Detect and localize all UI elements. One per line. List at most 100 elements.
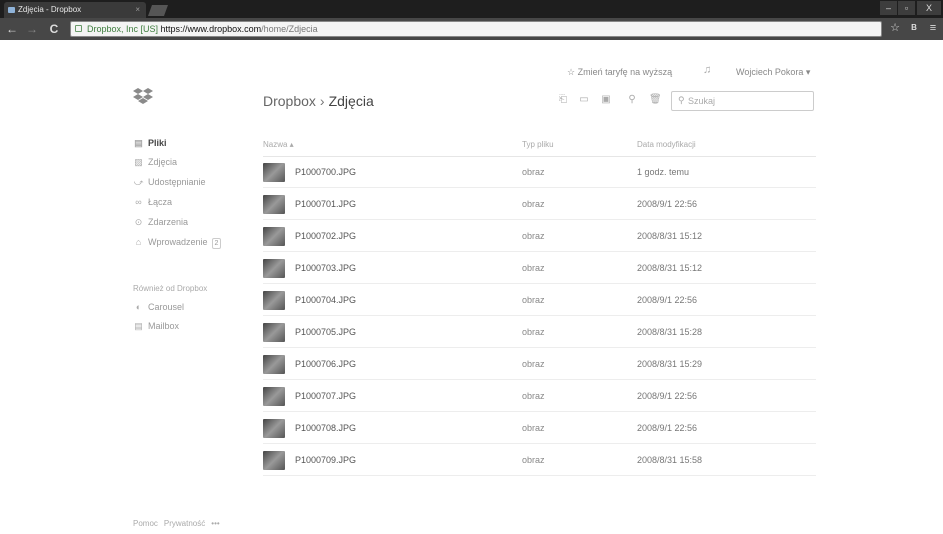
table-row[interactable]: P1000700.JPG obraz 1 godz. temu: [263, 157, 816, 188]
file-name[interactable]: P1000701.JPG: [295, 199, 356, 209]
table-row[interactable]: P1000705.JPG obraz 2008/8/31 15:28: [263, 317, 816, 348]
file-name[interactable]: P1000705.JPG: [295, 327, 356, 337]
window-minimize-button[interactable]: –: [880, 1, 897, 15]
file-name[interactable]: P1000706.JPG: [295, 359, 356, 369]
notifications-bell-icon[interactable]: ♫: [703, 64, 711, 76]
file-modified: 2008/9/1 22:56: [637, 199, 698, 209]
image-thumbnail: [263, 195, 285, 214]
sharing-icon: ⤻: [133, 177, 144, 187]
count-badge: 2: [211, 238, 222, 249]
image-thumbnail: [263, 323, 285, 342]
upload-icon[interactable]: ⎗: [557, 94, 569, 106]
table-row[interactable]: P1000709.JPG obraz 2008/8/31 15:58: [263, 445, 816, 476]
sidebar-item-label: Zdjęcia: [148, 157, 178, 167]
bookmark-star-icon[interactable]: ☆: [888, 21, 902, 35]
browser-tab[interactable]: Zdjęcia - Dropbox ×: [4, 2, 146, 18]
back-icon[interactable]: ←: [4, 21, 20, 37]
sidebar-item-carousel[interactable]: ◐ Carousel: [133, 300, 184, 314]
extension-icon[interactable]: B: [907, 21, 921, 35]
image-thumbnail: [263, 227, 285, 246]
file-modified: 2008/8/31 15:29: [637, 359, 703, 369]
url-host: https://www.dropbox.com: [160, 24, 262, 34]
table-row[interactable]: P1000704.JPG obraz 2008/9/1 22:56: [263, 285, 816, 316]
address-bar[interactable]: Dropbox, Inc [US] https://www.dropbox.co…: [70, 21, 882, 37]
dropbox-favicon-icon: [8, 7, 15, 13]
forward-icon[interactable]: →: [24, 21, 40, 37]
table-row[interactable]: P1000703.JPG obraz 2008/8/31 15:12: [263, 253, 816, 284]
sidebar-item-zdarzenia[interactable]: ⊙ Zdarzenia: [133, 215, 188, 229]
search-box[interactable]: ⚲: [671, 91, 814, 111]
file-name[interactable]: P1000702.JPG: [295, 231, 356, 241]
sidebar-item-label: Pliki: [148, 138, 167, 148]
more-menu-icon[interactable]: •••: [211, 519, 219, 528]
image-thumbnail: [263, 355, 285, 374]
file-type: obraz: [522, 327, 545, 337]
table-row[interactable]: P1000706.JPG obraz 2008/8/31 15:29: [263, 349, 816, 380]
window-close-button[interactable]: X: [917, 1, 941, 15]
sidebar-item-zdjecia[interactable]: ▨ Zdjęcia: [133, 155, 177, 169]
breadcrumb-current: Zdjęcia: [328, 93, 374, 109]
file-name[interactable]: P1000709.JPG: [295, 455, 356, 465]
sidebar-item-label: Wprowadzenie: [148, 237, 208, 247]
file-name[interactable]: P1000703.JPG: [295, 263, 356, 273]
photos-icon: ▨: [134, 157, 143, 167]
file-modified: 2008/8/31 15:12: [637, 231, 703, 241]
file-modified: 2008/8/31 15:58: [637, 455, 703, 465]
reload-icon[interactable]: C: [46, 21, 62, 37]
table-row[interactable]: P1000708.JPG obraz 2008/9/1 22:56: [263, 413, 816, 444]
breadcrumb-separator: ›: [319, 93, 325, 109]
sidebar-item-lacza[interactable]: ∞ Łącza: [133, 195, 172, 209]
new-folder-icon[interactable]: ▭: [578, 94, 590, 106]
user-menu[interactable]: Wojciech Pokora ▾: [736, 67, 810, 78]
image-thumbnail: [263, 387, 285, 406]
column-header-type[interactable]: Typ pliku: [522, 140, 554, 149]
file-name[interactable]: P1000708.JPG: [295, 423, 356, 433]
image-thumbnail: [263, 259, 285, 278]
upgrade-link[interactable]: ☆ Zmień taryfę na wyższą: [567, 67, 672, 78]
file-type: obraz: [522, 295, 545, 305]
sidebar-item-pliki[interactable]: ▤ Pliki: [133, 136, 167, 150]
breadcrumb: Dropbox › Zdjęcia: [263, 93, 374, 109]
delete-icon[interactable]: 🗑: [649, 94, 662, 106]
file-name[interactable]: P1000704.JPG: [295, 295, 356, 305]
mailbox-icon: ▤: [134, 321, 143, 331]
new-tab-button[interactable]: [147, 5, 169, 16]
file-name[interactable]: P1000700.JPG: [295, 167, 356, 177]
dropbox-logo-icon[interactable]: [133, 87, 153, 105]
column-header-modified[interactable]: Data modyfikacji: [637, 140, 696, 149]
file-modified: 2008/9/1 22:56: [637, 295, 698, 305]
file-type: obraz: [522, 167, 545, 177]
image-thumbnail: [263, 451, 285, 470]
tab-close-icon[interactable]: ×: [135, 2, 140, 18]
privacy-link[interactable]: Prywatność: [164, 519, 205, 528]
ssl-identity: Dropbox, Inc [US]: [87, 24, 159, 34]
file-type: obraz: [522, 455, 545, 465]
file-modified: 2008/8/31 15:12: [637, 263, 703, 273]
shared-folder-icon[interactable]: ▣: [600, 94, 612, 106]
table-row[interactable]: P1000707.JPG obraz 2008/9/1 22:56: [263, 381, 816, 412]
file-type: obraz: [522, 423, 545, 433]
file-modified: 2008/9/1 22:56: [637, 391, 698, 401]
file-type: obraz: [522, 391, 545, 401]
sidebar-item-udostepnianie[interactable]: ⤻ Udostępnianie: [133, 175, 206, 189]
image-thumbnail: [263, 291, 285, 310]
table-row[interactable]: P1000702.JPG obraz 2008/8/31 15:12: [263, 221, 816, 252]
sidebar-item-label: Łącza: [148, 197, 173, 207]
sidebar-item-label: Udostępnianie: [148, 177, 206, 187]
window-maximize-button[interactable]: ▫: [898, 1, 915, 15]
url-path: /home/Zdjecia: [261, 24, 318, 34]
file-name[interactable]: P1000707.JPG: [295, 391, 356, 401]
column-header-name[interactable]: Nazwa ▴: [263, 140, 294, 149]
help-link[interactable]: Pomoc: [133, 519, 158, 528]
sidebar-item-wprowadzenie[interactable]: ⌂ Wprowadzenie 2: [133, 235, 222, 249]
breadcrumb-root[interactable]: Dropbox: [263, 93, 316, 109]
links-icon: ∞: [135, 197, 142, 207]
lock-icon: [75, 25, 82, 32]
sidebar-item-mailbox[interactable]: ▤ Mailbox: [133, 319, 179, 333]
search-input[interactable]: [688, 94, 808, 108]
search-icon: ⚲: [678, 95, 685, 105]
browser-menu-icon[interactable]: ≡: [926, 21, 940, 35]
share-link-icon[interactable]: ⚲: [626, 94, 638, 106]
sidebar-item-label: Carousel: [148, 302, 185, 312]
table-row[interactable]: P1000701.JPG obraz 2008/9/1 22:56: [263, 189, 816, 220]
